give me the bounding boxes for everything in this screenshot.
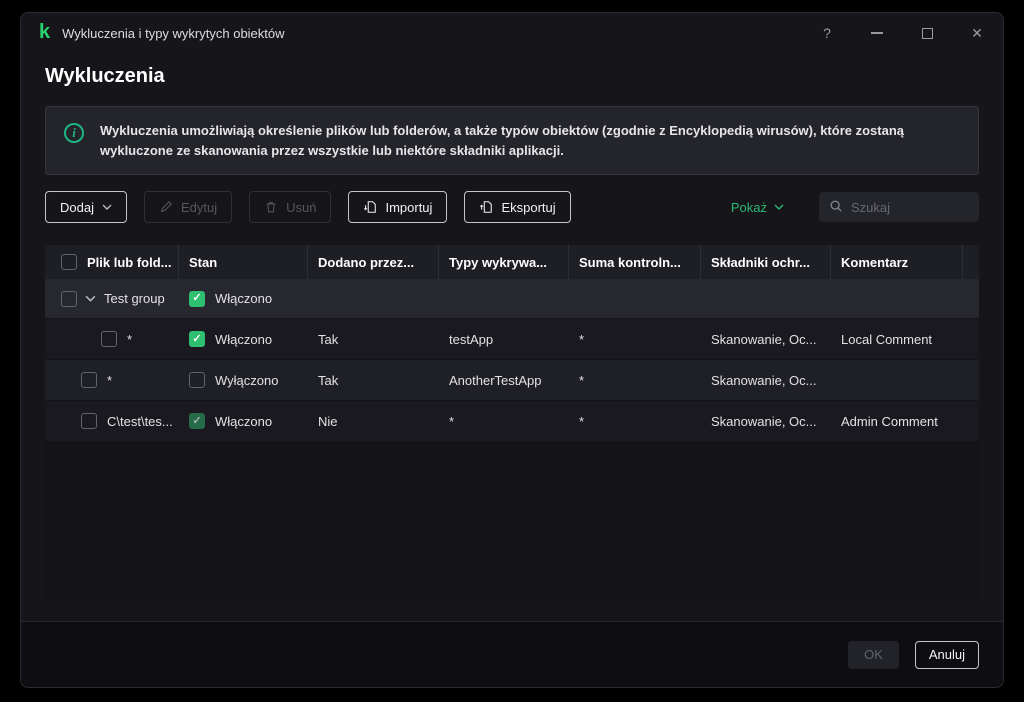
row-components: Skanowanie, Oc...	[711, 372, 817, 388]
column-header-checksum: Suma kontroln...	[569, 245, 701, 279]
row-components: Skanowanie, Oc...	[711, 413, 817, 429]
column-header-file: Plik lub fold...	[87, 254, 172, 270]
footer: OK Anuluj	[21, 621, 1003, 687]
row-comment	[831, 360, 963, 400]
row-file: C\test\tes...	[107, 413, 173, 429]
row-added-by: Tak	[318, 372, 339, 388]
row-state-label: Włączono	[215, 413, 273, 429]
chevron-down-icon[interactable]	[85, 295, 96, 302]
table-row[interactable]: * Wyłączono Tak AnotherTestApp * Skanowa…	[45, 360, 979, 401]
import-button-label: Importuj	[385, 199, 433, 215]
row-file: *	[127, 331, 133, 347]
export-button[interactable]: Eksportuj	[464, 191, 571, 223]
add-button[interactable]: Dodaj	[45, 191, 127, 223]
group-state-checkbox[interactable]	[189, 290, 205, 307]
show-dropdown-label: Pokaż	[730, 199, 767, 215]
column-header-comment: Komentarz	[831, 245, 963, 279]
row-added-by: Nie	[318, 413, 338, 429]
ok-button[interactable]: OK	[848, 640, 899, 669]
column-header-components: Składniki ochr...	[701, 245, 831, 279]
page-title: Wykluczenia	[45, 65, 165, 87]
trash-icon	[264, 200, 278, 214]
column-header-state: Stan	[179, 245, 308, 279]
info-icon: i	[64, 123, 84, 143]
chevron-down-icon	[102, 204, 112, 210]
row-components: Skanowanie, Oc...	[711, 331, 817, 347]
edit-button[interactable]: Edytuj	[143, 191, 233, 223]
app-window: k Wykluczenia i typy wykrytych obiektów …	[20, 12, 1004, 688]
group-name: Test group	[104, 291, 165, 306]
row-checksum: *	[579, 413, 585, 429]
row-types: *	[449, 413, 455, 429]
pencil-icon	[159, 200, 173, 214]
row-comment: Local Comment	[841, 331, 933, 347]
group-row[interactable]: Test group Włączono	[45, 279, 979, 319]
row-state-checkbox[interactable]	[189, 413, 205, 429]
toolbar: Dodaj Edytuj Usuń Importuj Eksportuj Pok…	[45, 191, 979, 223]
table-row[interactable]: * Włączono Tak testApp * Skanowanie, Oc.…	[45, 319, 979, 360]
search-input[interactable]	[851, 199, 969, 215]
export-icon	[479, 200, 493, 214]
row-comment: Admin Comment	[841, 413, 938, 429]
row-select-checkbox[interactable]	[81, 413, 97, 429]
chevron-down-icon	[774, 204, 784, 210]
row-state-label: Włączono	[215, 331, 273, 347]
row-types: testApp	[449, 331, 494, 347]
export-button-label: Eksportuj	[501, 199, 556, 215]
search-icon	[829, 199, 843, 216]
column-header-added-by: Dodano przez...	[308, 245, 439, 279]
delete-button-label: Usuń	[286, 199, 317, 215]
row-select-checkbox[interactable]	[81, 372, 97, 388]
column-header-types: Typy wykrywa...	[439, 245, 569, 279]
row-state-label: Wyłączono	[215, 372, 279, 388]
group-select-checkbox[interactable]	[61, 290, 77, 307]
group-state-label: Włączono	[215, 291, 273, 306]
content-area: Wykluczenia i Wykluczenia umożliwiają ok…	[21, 53, 1003, 621]
row-checksum: *	[579, 372, 585, 388]
select-all-checkbox[interactable]	[61, 254, 77, 270]
row-checksum: *	[579, 331, 585, 347]
maximize-icon[interactable]	[919, 25, 935, 41]
window-title: Wykluczenia i typy wykrytych obiektów	[62, 25, 285, 41]
import-button[interactable]: Importuj	[348, 191, 448, 223]
search-box	[819, 192, 979, 222]
column-header-spacer	[963, 245, 979, 279]
window-controls: ? ✕	[819, 25, 985, 42]
titlebar: k Wykluczenia i typy wykrytych obiektów …	[21, 13, 1003, 53]
edit-button-label: Edytuj	[180, 199, 218, 215]
delete-button[interactable]: Usuń	[249, 191, 332, 223]
table-header: Plik lub fold... Stan Dodano przez... Ty…	[45, 245, 979, 279]
info-banner: i Wykluczenia umożliwiają określenie pli…	[45, 106, 979, 175]
table-row[interactable]: C\test\tes... Włączono Nie * * Skanowani…	[45, 401, 979, 442]
row-state-checkbox[interactable]	[189, 331, 205, 347]
row-added-by: Tak	[318, 331, 339, 347]
kaspersky-logo-icon: k	[39, 21, 51, 43]
info-banner-text: Wykluczenia umożliwiają określenie plikó…	[100, 123, 904, 158]
row-types: AnotherTestApp	[449, 372, 542, 388]
import-icon	[363, 200, 377, 214]
row-select-checkbox[interactable]	[101, 331, 117, 347]
add-button-label: Dodaj	[60, 199, 94, 215]
close-icon[interactable]: ✕	[969, 25, 985, 41]
minimize-icon[interactable]	[869, 25, 885, 41]
exclusions-table: Plik lub fold... Stan Dodano przez... Ty…	[45, 245, 979, 599]
help-icon[interactable]: ?	[819, 25, 835, 41]
row-file: *	[107, 372, 113, 388]
row-state-checkbox[interactable]	[189, 372, 205, 388]
show-dropdown[interactable]: Pokaż	[731, 200, 784, 215]
cancel-button[interactable]: Anuluj	[914, 640, 979, 669]
